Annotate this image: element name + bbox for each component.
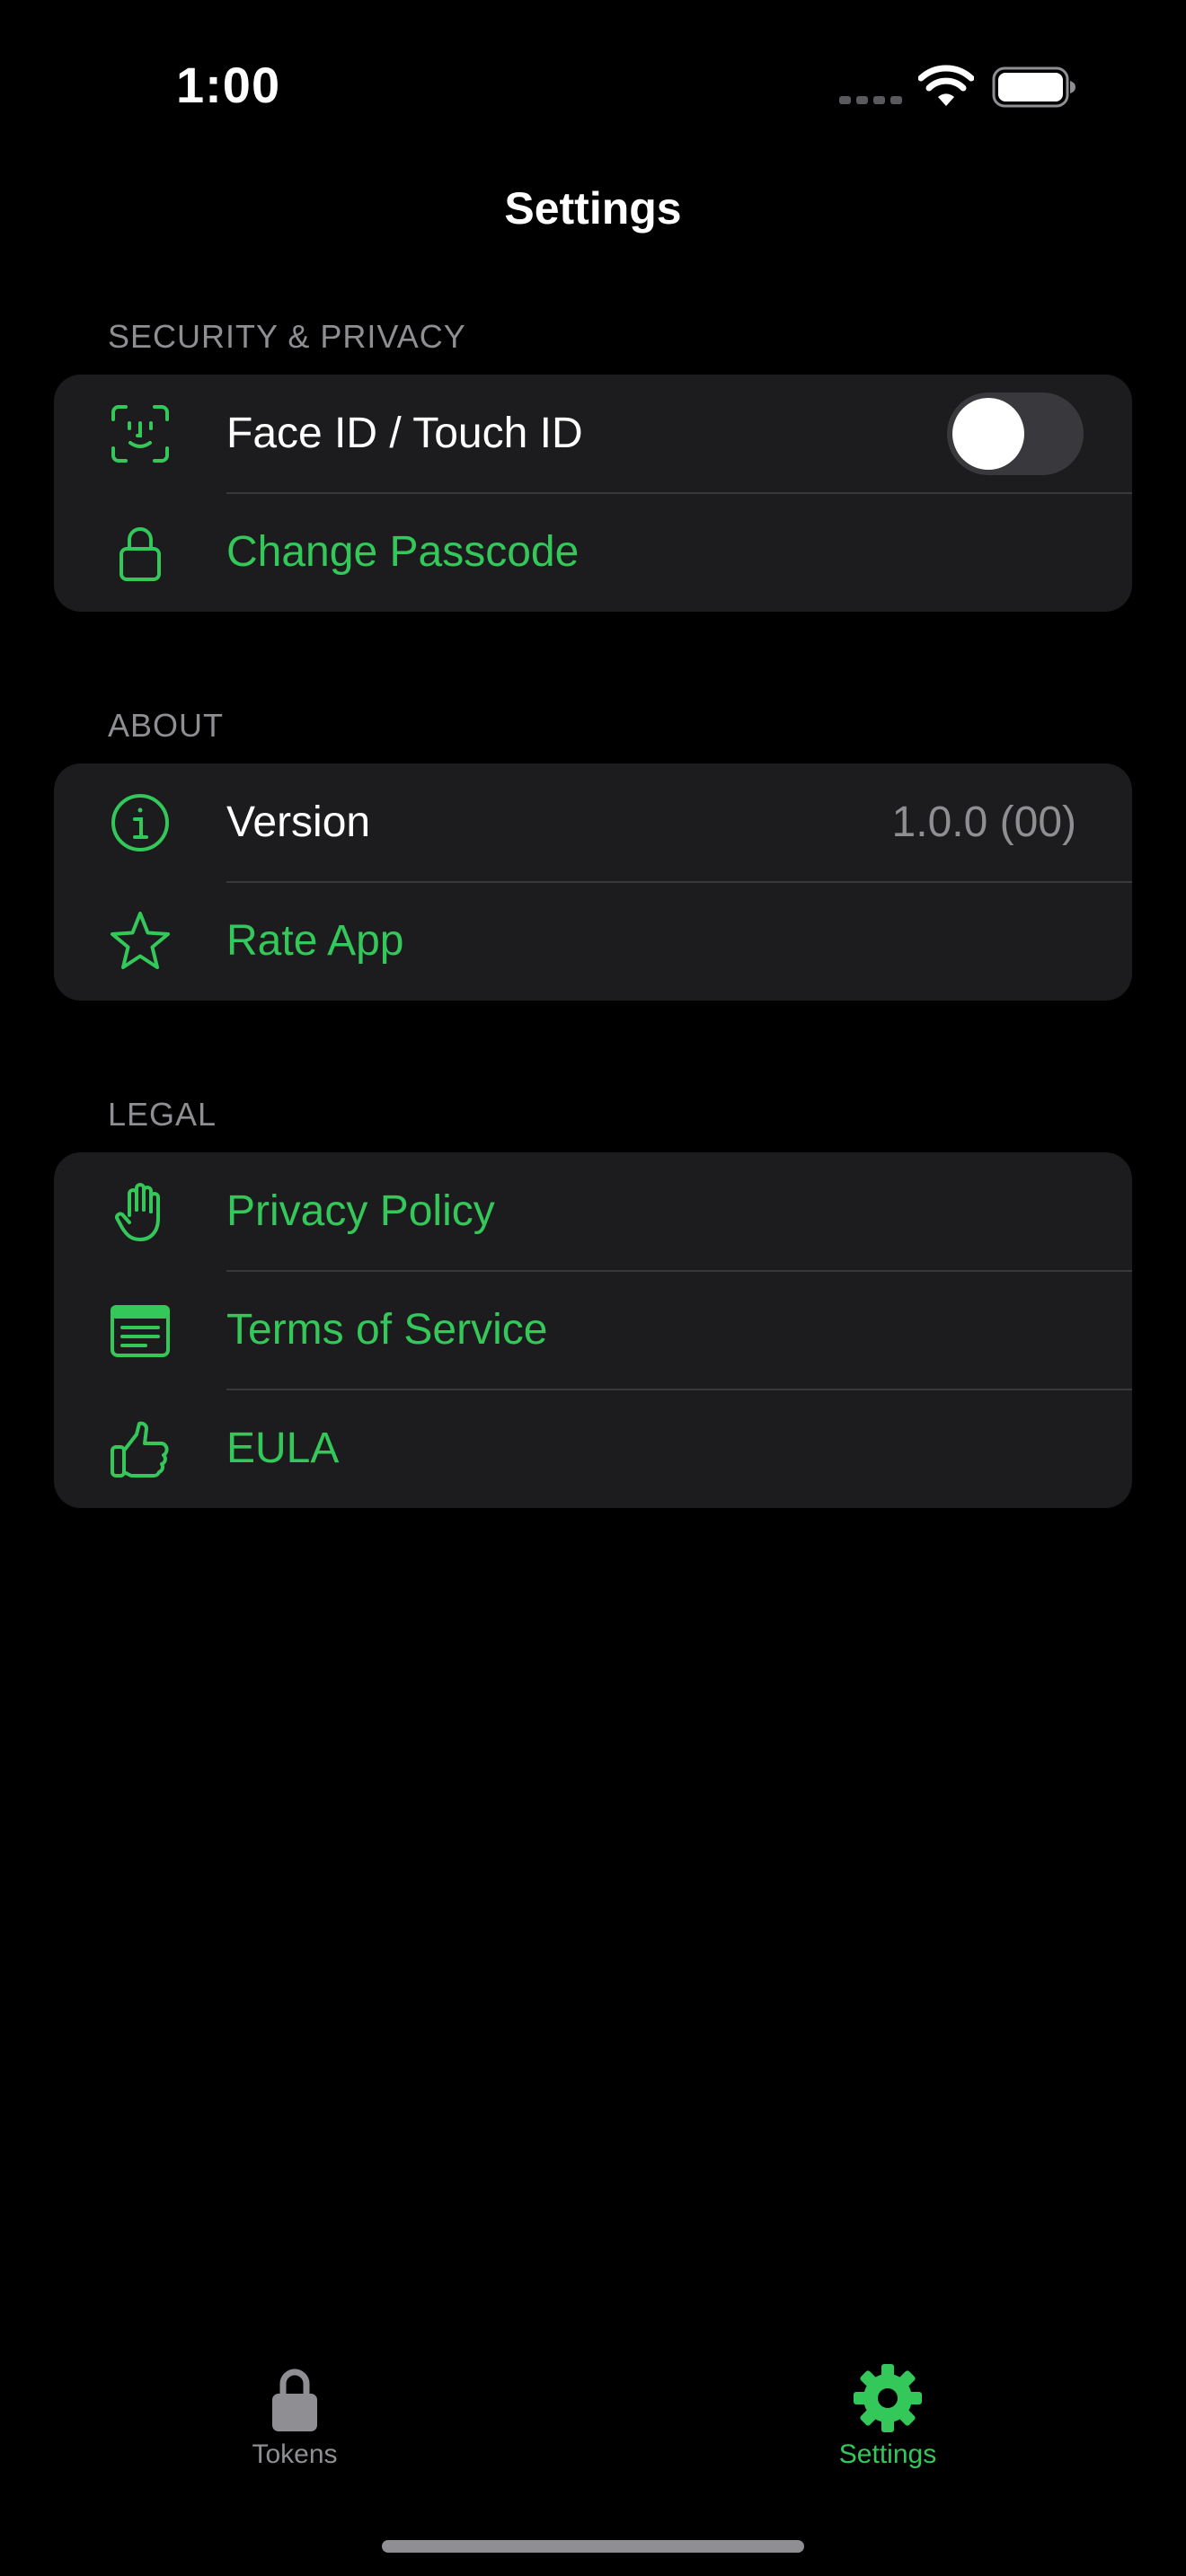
tab-tokens-label: Tokens [252, 2439, 338, 2469]
terms-of-service-label: Terms of Service [226, 1306, 548, 1354]
face-id-toggle[interactable] [947, 393, 1084, 475]
tab-settings-label: Settings [838, 2439, 937, 2469]
toggle-knob [952, 398, 1024, 470]
gear-fill-icon [854, 2364, 922, 2432]
eula-label: EULA [226, 1425, 340, 1472]
wifi-icon [918, 65, 974, 106]
face-id-row: Face ID / Touch ID [54, 375, 1132, 493]
tab-tokens[interactable]: Tokens [160, 2362, 429, 2488]
section-header-about: ABOUT [108, 707, 225, 744]
change-passcode-label: Change Passcode [226, 528, 580, 576]
privacy-policy-label: Privacy Policy [226, 1187, 495, 1235]
terms-of-service-row[interactable]: Terms of Service [54, 1271, 1132, 1389]
tab-settings[interactable]: Settings [753, 2362, 1022, 2488]
legal-group: Privacy Policy Terms of Service EULA [54, 1152, 1132, 1508]
version-row: Version 1.0.0 (00) [54, 763, 1132, 882]
battery-icon [992, 66, 1075, 108]
face-id-label: Face ID / Touch ID [226, 410, 583, 457]
privacy-policy-row[interactable]: Privacy Policy [54, 1152, 1132, 1271]
cellular-signal-icon [839, 96, 902, 104]
about-group: Version 1.0.0 (00) Rate App [54, 763, 1132, 1001]
faceid-icon [111, 405, 169, 463]
rate-app-label: Rate App [226, 917, 404, 965]
change-passcode-row[interactable]: Change Passcode [54, 493, 1132, 612]
section-header-legal: LEGAL [108, 1096, 217, 1133]
home-indicator[interactable] [382, 2540, 804, 2553]
status-time: 1:00 [176, 57, 281, 113]
lock-icon [119, 527, 161, 581]
version-value: 1.0.0 (00) [891, 798, 1076, 846]
lock-fill-icon [272, 2369, 317, 2431]
thumbs-up-icon [111, 1421, 169, 1478]
version-label: Version [226, 798, 371, 846]
hand-raised-icon [115, 1183, 160, 1241]
info-circle-icon [111, 794, 169, 851]
rate-app-row[interactable]: Rate App [54, 882, 1132, 1001]
section-header-security: SECURITY & PRIVACY [108, 318, 466, 355]
page-title: Settings [504, 183, 682, 234]
star-icon [111, 912, 170, 969]
eula-row[interactable]: EULA [54, 1389, 1132, 1508]
document-text-icon [111, 1305, 170, 1357]
security-group: Face ID / Touch ID Change Passcode [54, 375, 1132, 612]
